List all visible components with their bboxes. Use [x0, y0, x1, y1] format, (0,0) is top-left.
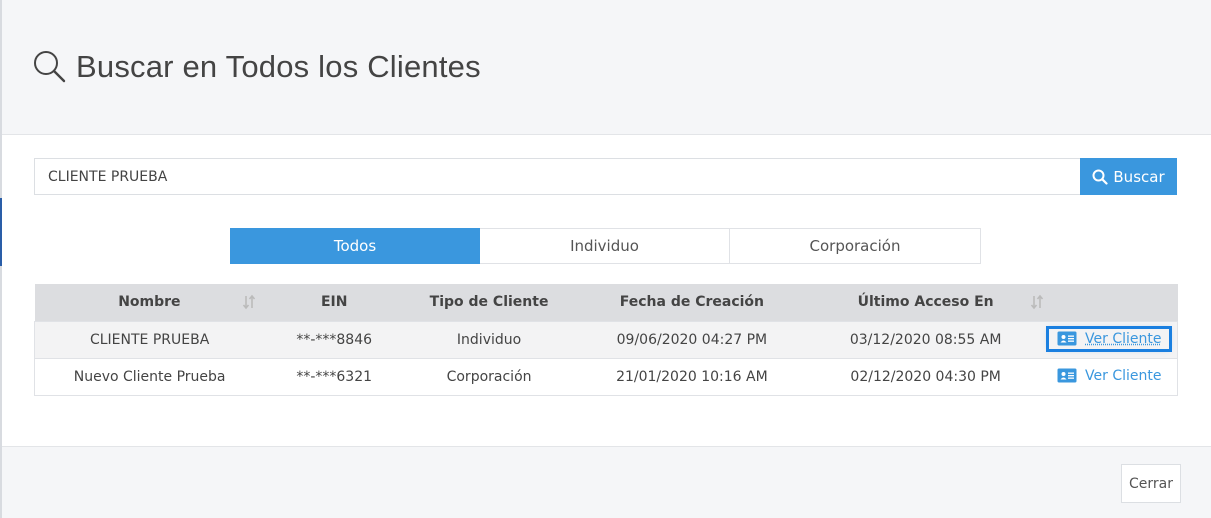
clients-table: Nombre EIN Tipo de Cliente Fecha de Crea…	[34, 284, 1178, 396]
cell-fecha: 21/01/2020 10:16 AM	[574, 358, 810, 396]
table-row: CLIENTE PRUEBA **-***8846 Individuo 09/0…	[34, 321, 1178, 359]
cell-fecha: 09/06/2020 04:27 PM	[574, 321, 810, 359]
search-button-label: Buscar	[1113, 167, 1165, 186]
tab-individuo[interactable]: Individuo	[480, 228, 730, 264]
search-button[interactable]: Buscar	[1080, 158, 1177, 195]
search-icon	[34, 51, 66, 83]
cell-nombre: Nuevo Cliente Prueba	[34, 358, 265, 396]
table-row: Nuevo Cliente Prueba **-***6321 Corporac…	[34, 358, 1178, 396]
ver-cliente-label: Ver Cliente	[1085, 330, 1162, 347]
modal-header: Buscar en Todos los Clientes	[2, 0, 1211, 135]
modal-title-text: Buscar en Todos los Clientes	[76, 49, 481, 84]
id-card-icon	[1057, 331, 1077, 346]
column-header-label: Último Acceso En	[857, 294, 994, 311]
ver-cliente-link[interactable]: Ver Cliente	[1046, 325, 1173, 352]
cell-actions: Ver Cliente	[1041, 321, 1178, 359]
client-type-tabs: Todos Individuo Corporación	[230, 228, 981, 264]
tab-todos[interactable]: Todos	[230, 228, 480, 264]
ver-cliente-label: Ver Cliente	[1085, 367, 1162, 384]
cell-tipo: Individuo	[404, 321, 574, 359]
sort-icon[interactable]	[242, 294, 256, 310]
column-header-acceso[interactable]: Último Acceso En	[810, 284, 1043, 321]
cell-acceso: 03/12/2020 08:55 AM	[809, 321, 1042, 359]
column-header-tipo: Tipo de Cliente	[429, 294, 549, 311]
cell-nombre: CLIENTE PRUEBA	[34, 321, 265, 359]
column-header-fecha: Fecha de Creación	[619, 294, 765, 311]
cell-tipo: Corporación	[404, 358, 574, 396]
ver-cliente-link[interactable]: Ver Cliente	[1049, 366, 1169, 386]
cell-ein: **-***6321	[264, 358, 405, 396]
search-icon	[1092, 169, 1108, 185]
table-header-row: Nombre EIN Tipo de Cliente Fecha de Crea…	[34, 284, 1178, 321]
cell-actions: Ver Cliente	[1041, 358, 1178, 396]
column-header-actions	[1042, 284, 1178, 321]
column-header-ein: EIN	[320, 294, 348, 311]
search-bar: Buscar	[34, 158, 1177, 195]
column-header-nombre[interactable]: Nombre	[35, 284, 265, 321]
close-button[interactable]: Cerrar	[1121, 464, 1181, 503]
search-input[interactable]	[34, 158, 1080, 195]
tab-corporacion[interactable]: Corporación	[730, 228, 981, 264]
id-card-icon	[1057, 368, 1077, 383]
modal-title: Buscar en Todos los Clientes	[32, 49, 481, 85]
modal-footer: Cerrar	[2, 446, 1211, 518]
cell-ein: **-***8846	[264, 321, 405, 359]
column-header-label: Nombre	[118, 294, 181, 311]
search-clients-modal: Buscar en Todos los Clientes Buscar Todo…	[2, 0, 1211, 518]
cell-acceso: 02/12/2020 04:30 PM	[809, 358, 1042, 396]
